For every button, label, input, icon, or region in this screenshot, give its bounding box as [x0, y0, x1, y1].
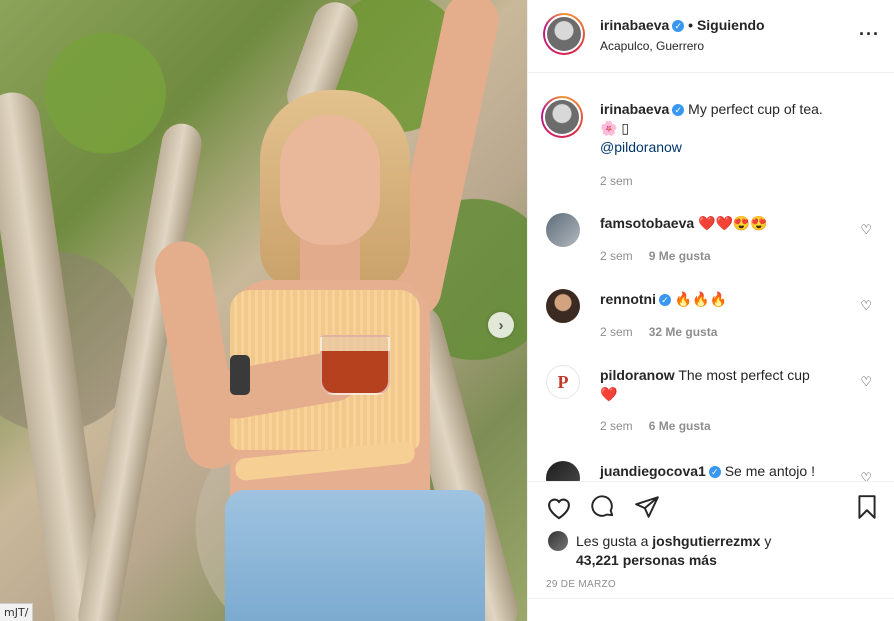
header-username-row: irinabaeva ✓ • Siguiendo — [600, 17, 765, 33]
comment-body-emoji: ❤️ — [600, 386, 618, 402]
comment-time[interactable]: 2 sem — [600, 249, 633, 263]
comment-time[interactable]: 2 sem — [600, 325, 633, 339]
comment-likes[interactable]: 9 Me gusta — [649, 249, 711, 263]
comments-list[interactable]: irinabaeva ✓ My perfect cup of tea. 🌸 ▯ @… — [528, 74, 894, 481]
post-header: irinabaeva ✓ • Siguiendo Acapulco, Guerre… — [528, 0, 894, 73]
likes-summary: Les gusta a joshgutierrezmx y 43,221 per… — [548, 531, 771, 570]
comment-time[interactable]: 2 sem — [600, 419, 633, 433]
url-tag: mJT/ — [0, 603, 34, 621]
avatar[interactable] — [541, 96, 583, 138]
chevron-right-icon[interactable]: › — [488, 312, 514, 338]
comment-meta: 2 sem 32 Me gusta — [600, 325, 717, 339]
smartwatch — [230, 355, 250, 395]
caption-time[interactable]: 2 sem — [600, 174, 633, 188]
avatar[interactable] — [546, 213, 580, 247]
verified-badge-icon: ✓ — [672, 104, 685, 116]
comment-body: ❤️❤️😍😍 — [698, 215, 768, 231]
more-horizontal-icon[interactable]: ··· — [859, 24, 880, 45]
caption-username[interactable]: irinabaeva — [600, 101, 669, 117]
comment-text: pildoranow The most perfect cup ❤️ — [600, 366, 854, 404]
caption-emoji: 🌸 ▯ — [600, 120, 630, 136]
caption-body: My perfect cup of tea. — [688, 101, 823, 117]
comment-username[interactable]: pildoranow — [600, 367, 675, 383]
location-link[interactable]: Acapulco, Guerrero — [600, 39, 704, 53]
likes-count-link[interactable]: 43,221 personas más — [576, 552, 717, 568]
comment-username[interactable]: rennotni — [600, 291, 656, 307]
comment-icon[interactable] — [589, 494, 617, 523]
divider — [528, 598, 894, 599]
comment-username[interactable]: juandiegocova1 — [600, 463, 706, 479]
comment-text: rennotni ✓ 🔥🔥🔥 — [600, 290, 854, 309]
comment-username[interactable]: famsotobaeva — [600, 215, 694, 231]
avatar[interactable] — [546, 461, 580, 481]
following-status[interactable]: • Siguiendo — [688, 17, 764, 33]
likes-prefix: Les gusta a — [576, 533, 649, 549]
heart-outline-icon[interactable]: ♡ — [860, 222, 872, 238]
post-side-panel: irinabaeva ✓ • Siguiendo Acapulco, Guerre… — [527, 0, 894, 621]
mention-link[interactable]: @pildoranow — [600, 139, 682, 155]
verified-badge-icon: ✓ — [659, 294, 671, 306]
heart-outline-icon[interactable]: ♡ — [860, 374, 872, 390]
comment-meta: 2 sem 9 Me gusta — [600, 249, 711, 263]
comment-body: The most perfect cup — [678, 367, 810, 383]
likes-user-link[interactable]: joshgutierrezmx — [652, 533, 760, 549]
post-date[interactable]: 29 DE MARZO — [546, 579, 616, 590]
comment-likes[interactable]: 6 Me gusta — [649, 419, 711, 433]
avatar[interactable] — [546, 289, 580, 323]
comment-meta: 2 sem 6 Me gusta — [600, 419, 711, 433]
person-figure — [150, 0, 504, 621]
author-username[interactable]: irinabaeva — [600, 17, 669, 33]
face — [280, 115, 380, 245]
comment-text: famsotobaeva ❤️❤️😍😍 — [600, 214, 854, 233]
avatar[interactable] — [548, 531, 568, 551]
comment-body: Se me antojo ! — [724, 463, 815, 479]
pildora-logo-avatar[interactable]: P — [546, 365, 580, 399]
heart-outline-icon[interactable]: ♡ — [860, 298, 872, 314]
bookmark-icon[interactable] — [855, 494, 879, 523]
avatar[interactable] — [543, 13, 585, 55]
verified-badge-icon: ✓ — [708, 466, 721, 478]
action-bar: Les gusta a joshgutierrezmx y 43,221 per… — [528, 481, 894, 621]
heart-outline-icon[interactable] — [545, 494, 573, 523]
likes-mid: y — [764, 533, 772, 549]
comment-text: juandiegocova1 ✓ Se me antojo ! — [600, 462, 854, 481]
caption-text: irinabaeva ✓ My perfect cup of tea. 🌸 ▯ @… — [600, 100, 854, 157]
denim-shorts — [225, 490, 485, 621]
post-photo[interactable]: › mJT/ — [0, 0, 527, 621]
heart-outline-icon[interactable]: ♡ — [860, 470, 872, 481]
verified-badge-icon: ✓ — [672, 20, 685, 32]
tea-cup — [320, 335, 390, 395]
comment-likes[interactable]: 32 Me gusta — [649, 325, 718, 339]
comment-body: 🔥🔥🔥 — [674, 291, 728, 307]
paper-plane-icon[interactable] — [633, 494, 661, 523]
